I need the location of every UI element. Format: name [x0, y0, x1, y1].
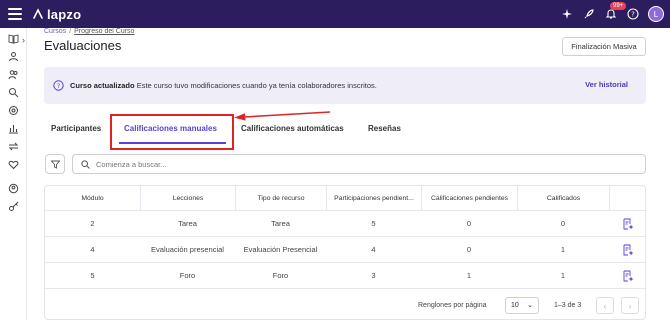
annotation-arrow-icon	[234, 111, 331, 121]
filter-button[interactable]	[45, 154, 65, 174]
annotation-highlight-box	[110, 114, 234, 150]
users-icon[interactable]	[7, 68, 20, 81]
table-row: 2 Tarea Tarea 5 0 0	[45, 211, 645, 237]
book-icon[interactable]	[7, 32, 20, 45]
col-header-modulo[interactable]: Módulo	[45, 186, 140, 210]
cell-calificados: 0	[560, 219, 566, 228]
user-icon[interactable]	[7, 50, 20, 63]
cell-tipo-recurso: Foro	[272, 271, 289, 280]
chevron-right-icon: ›	[628, 300, 632, 311]
pagination-range: 1–3 de 3	[554, 302, 582, 309]
banner-title: Curso actualizado	[70, 81, 135, 90]
breadcrumb-separator: /	[69, 28, 72, 35]
sparkle-icon[interactable]	[560, 7, 574, 21]
notification-badge: 99+	[610, 2, 627, 10]
chart-icon[interactable]	[7, 122, 20, 135]
cell-lecciones: Tarea	[178, 219, 197, 228]
cell-calificados: 1	[560, 245, 566, 254]
breadcrumb: Cursos / Progreso del Curso	[44, 28, 134, 35]
page-title: Evaluaciones	[44, 38, 122, 53]
previous-page-button[interactable]: ‹	[596, 297, 614, 314]
cell-calificaciones-pendientes: 0	[466, 219, 472, 228]
rows-per-page-select[interactable]: 10 ⌄	[505, 297, 539, 314]
top-bar: lapzo 99+ ? L	[0, 0, 670, 28]
chevron-right-icon[interactable]: ›	[22, 35, 25, 45]
table-row: 5 Foro Foro 3 1 1	[45, 263, 645, 289]
search-icon	[81, 159, 90, 169]
cell-participaciones: 3	[371, 271, 376, 280]
search-input[interactable]	[96, 159, 616, 169]
col-header-participaciones[interactable]: Participaciones pendient...	[326, 186, 421, 210]
col-header-tipo-recurso[interactable]: Tipo de recurso	[235, 186, 326, 210]
ver-historial-link[interactable]: Ver historial	[585, 80, 628, 89]
cell-calificados: 1	[560, 271, 566, 280]
cell-lecciones: Evaluación presencial	[151, 245, 224, 254]
grade-document-icon	[623, 218, 634, 229]
grade-action-button[interactable]	[609, 263, 645, 288]
cell-modulo: 5	[90, 271, 95, 280]
cell-participaciones: 4	[371, 245, 376, 254]
help-icon[interactable]: ?	[626, 7, 640, 21]
cell-modulo: 2	[90, 219, 95, 228]
col-header-calificaciones-pendientes[interactable]: Calificaciones pendientes	[421, 186, 517, 210]
table-row: 4 Evaluación presencial Evaluación Prese…	[45, 237, 645, 263]
question-circle-icon: ?	[53, 80, 64, 91]
grade-action-button[interactable]	[609, 237, 645, 262]
tab-calificaciones-automaticas[interactable]: Calificaciones automáticas	[241, 124, 344, 133]
search-box	[72, 154, 646, 174]
target-icon[interactable]	[7, 104, 20, 117]
menu-icon[interactable]	[8, 8, 22, 20]
table-pagination: Renglones por página 10 ⌄ 1–3 de 3 ‹ ›	[45, 292, 645, 319]
breadcrumb-progreso[interactable]: Progreso del Curso	[74, 28, 134, 35]
cell-calificaciones-pendientes: 0	[466, 245, 472, 254]
heart-icon[interactable]	[7, 158, 20, 171]
chevron-down-icon: ⌄	[527, 302, 533, 309]
rows-per-page-label: Renglones por página	[418, 302, 487, 309]
filter-icon	[50, 160, 60, 169]
banner-message: Curso actualizado Este curso tuvo modifi…	[70, 81, 377, 90]
avatar[interactable]: L	[648, 6, 664, 22]
svg-text:?: ?	[57, 82, 60, 90]
breadcrumb-cursos[interactable]: Cursos	[44, 28, 66, 35]
sidebar: ›	[0, 28, 27, 320]
arrows-icon[interactable]	[7, 140, 20, 153]
lapzo-logo-icon	[33, 8, 43, 19]
rows-per-page-value: 10	[511, 302, 519, 309]
grade-document-icon	[623, 270, 634, 281]
rocket-icon[interactable]	[582, 7, 596, 21]
col-header-actions	[609, 186, 645, 210]
chevron-left-icon: ‹	[603, 300, 607, 311]
grades-table: Módulo Lecciones Tipo de recurso Partici…	[44, 185, 646, 320]
cell-participaciones: 5	[371, 219, 376, 228]
brand-name: lapzo	[47, 6, 82, 22]
next-page-button[interactable]: ›	[621, 297, 639, 314]
cell-lecciones: Foro	[179, 271, 196, 280]
tab-participantes[interactable]: Participantes	[51, 124, 101, 133]
cell-tipo-recurso: Tarea	[271, 219, 290, 228]
svg-text:?: ?	[631, 11, 635, 19]
finalizacion-masiva-button[interactable]: Finalización Masiva	[562, 37, 646, 56]
brand-logo[interactable]: lapzo	[32, 7, 81, 22]
group-icon[interactable]	[7, 182, 20, 195]
col-header-calificados[interactable]: Calificados	[517, 186, 609, 210]
grade-document-icon	[623, 244, 634, 255]
key-icon[interactable]	[7, 200, 20, 213]
cell-modulo: 4	[90, 245, 95, 254]
search-icon[interactable]	[7, 86, 20, 99]
cell-calificaciones-pendientes: 1	[466, 271, 472, 280]
banner-text: Este curso tuvo modificaciones cuando ya…	[134, 81, 377, 90]
bell-icon[interactable]: 99+	[604, 2, 627, 21]
grade-action-button[interactable]	[609, 211, 645, 236]
course-updated-banner: ? Curso actualizado Este curso tuvo modi…	[44, 67, 646, 104]
table-header: Módulo Lecciones Tipo de recurso Partici…	[45, 186, 645, 211]
cell-tipo-recurso: Evaluación Presencial	[243, 245, 318, 254]
tab-resenas[interactable]: Reseñas	[368, 124, 401, 133]
col-header-lecciones[interactable]: Lecciones	[140, 186, 235, 210]
